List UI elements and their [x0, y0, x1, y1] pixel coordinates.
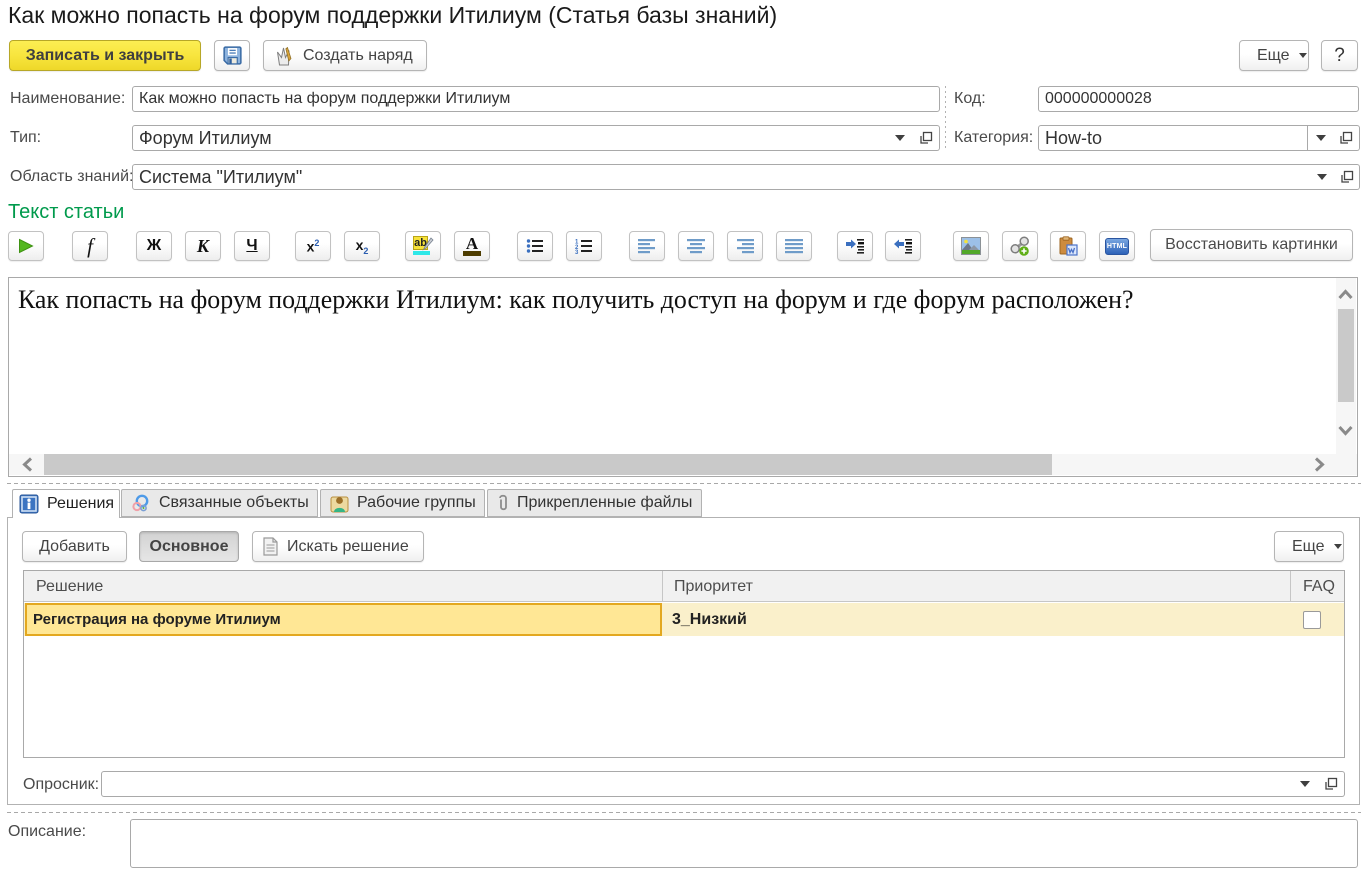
- svg-text:3: 3: [575, 250, 579, 254]
